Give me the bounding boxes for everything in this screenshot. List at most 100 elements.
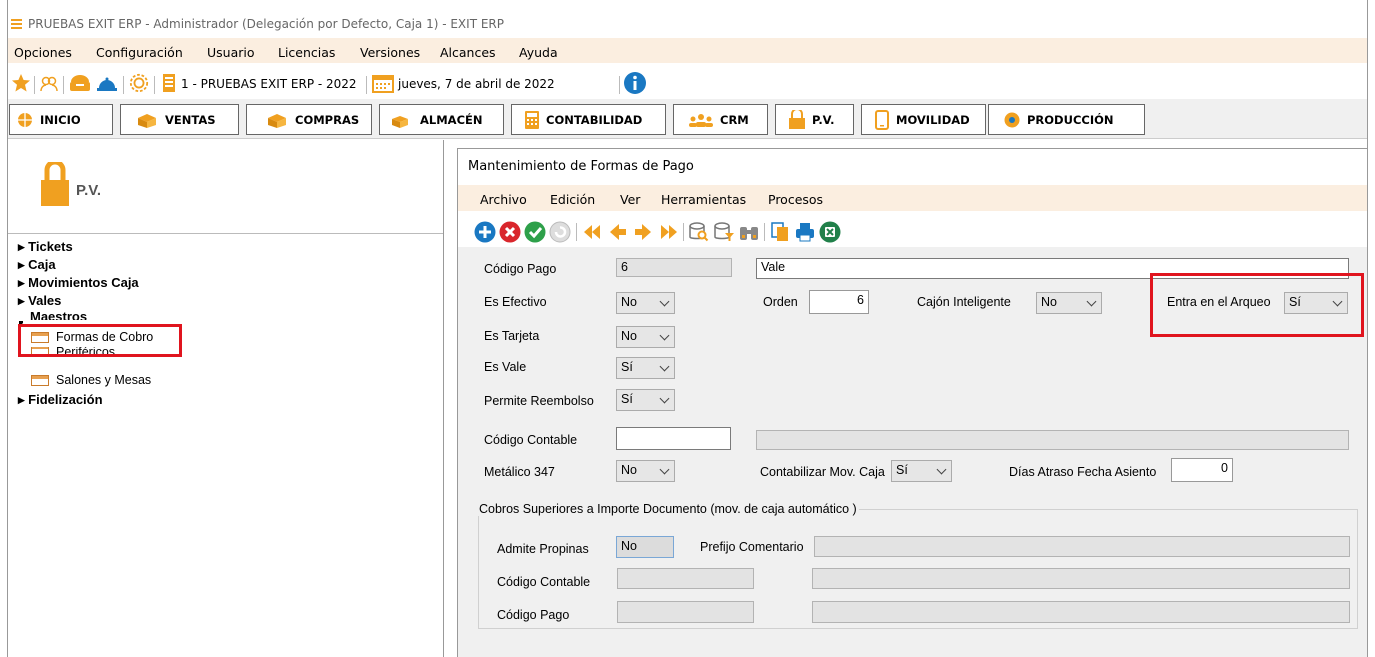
es-vale-label: Es Vale: [484, 360, 527, 374]
form-icon: [31, 374, 49, 386]
app-menu-icon[interactable]: [11, 19, 22, 30]
form-title-bar: Mantenimiento de Formas de Pago: [458, 149, 1367, 181]
save-check-icon[interactable]: [524, 221, 546, 243]
grupo-codigo-pago-label: Código Pago: [497, 608, 570, 622]
contabilizar-label: Contabilizar Mov. Caja: [760, 465, 885, 479]
grupo-codigo-contable-label: Código Contable: [497, 575, 591, 589]
metalico-347-select[interactable]: No: [616, 460, 675, 482]
permite-reembolso-select[interactable]: Sí: [616, 389, 675, 411]
calendar-icon[interactable]: [371, 73, 395, 93]
menu-versiones[interactable]: Versiones: [360, 45, 420, 60]
chevron-down-icon: [659, 361, 670, 372]
tab-produccion[interactable]: PRODUCCIÓN: [988, 104, 1145, 135]
codigo-pago-label: Código Pago: [484, 262, 557, 276]
menu-ver[interactable]: Ver: [620, 192, 640, 207]
undo-icon[interactable]: [549, 221, 571, 243]
admite-propinas-field[interactable]: No: [616, 536, 674, 558]
next-record-icon[interactable]: [632, 221, 654, 243]
cash-register-icon: [789, 109, 805, 129]
tree-item-salones-y-mesas[interactable]: Salones y Mesas: [31, 373, 151, 387]
tab-crm[interactable]: CRM: [673, 104, 768, 135]
star-icon[interactable]: [11, 73, 31, 93]
grupo-codigo-contable-desc-field: [812, 568, 1350, 589]
tree-item-tickets[interactable]: ▸ Tickets: [18, 239, 73, 255]
filter-database-icon[interactable]: [713, 221, 735, 243]
settings-gear-icon[interactable]: [128, 73, 150, 93]
chevron-down-icon: [659, 464, 670, 475]
excel-export-icon[interactable]: [819, 221, 841, 243]
module-title: P.V.: [76, 182, 102, 199]
dias-atraso-label: Días Atraso Fecha Asiento: [1009, 465, 1157, 479]
navigation-panel: P.V. ▸ Tickets ▸ Caja ▸ Movimientos Caja…: [8, 140, 444, 657]
grupo-codigo-pago-desc-field: [812, 601, 1350, 623]
window-title: PRUEBAS EXIT ERP - Administrador (Delega…: [28, 17, 504, 31]
menu-procesos[interactable]: Procesos: [768, 192, 823, 207]
users-icon[interactable]: [39, 73, 59, 93]
binoculars-icon[interactable]: [738, 221, 760, 243]
tree-item-movimientos-caja[interactable]: ▸ Movimientos Caja: [18, 275, 139, 291]
menu-configuracion[interactable]: Configuración: [96, 45, 183, 60]
print-icon[interactable]: [794, 221, 816, 243]
tab-movilidad[interactable]: MOVILIDAD: [861, 104, 986, 135]
calculator-icon: [525, 110, 539, 129]
box-icon: [138, 113, 156, 128]
first-record-icon[interactable]: [582, 221, 604, 243]
tab-contabilidad[interactable]: CONTABILIDAD: [511, 104, 666, 135]
form-toolbar: [458, 211, 1367, 245]
metalico-347-label: Metálico 347: [484, 465, 555, 479]
orden-label: Orden: [763, 295, 798, 309]
tab-ventas[interactable]: VENTAS: [120, 104, 239, 135]
last-record-icon[interactable]: [657, 221, 679, 243]
permite-reembolso-label: Permite Reembolso: [484, 394, 594, 408]
cajon-select[interactable]: No: [1036, 292, 1102, 314]
company-icon[interactable]: [159, 73, 179, 93]
main-menu-bar: Opciones Configuración Usuario Licencias…: [8, 38, 1367, 63]
add-icon[interactable]: [474, 221, 496, 243]
es-efectivo-label: Es Efectivo: [484, 295, 547, 309]
copy-document-icon[interactable]: [769, 221, 791, 243]
info-icon[interactable]: [623, 71, 647, 95]
menu-edicion[interactable]: Edición: [550, 192, 595, 207]
menu-ayuda[interactable]: Ayuda: [519, 45, 558, 60]
bell-service-icon[interactable]: [95, 73, 119, 93]
tree-item-caja[interactable]: ▸ Caja: [18, 257, 56, 273]
tab-label: COMPRAS: [295, 112, 360, 127]
menu-opciones[interactable]: Opciones: [14, 45, 72, 60]
delete-icon[interactable]: [499, 221, 521, 243]
es-tarjeta-label: Es Tarjeta: [484, 329, 540, 343]
es-vale-select[interactable]: Sí: [616, 357, 675, 379]
dias-atraso-field[interactable]: 0: [1171, 458, 1233, 482]
es-efectivo-select[interactable]: No: [616, 292, 675, 314]
grupo-codigo-pago-field: [617, 601, 754, 623]
menu-alcances[interactable]: Alcances: [440, 45, 496, 60]
date-label[interactable]: jueves, 7 de abril de 2022: [398, 77, 555, 91]
tree-item-fidelizacion[interactable]: ▸ Fidelización: [18, 392, 103, 408]
es-tarjeta-select[interactable]: No: [616, 326, 675, 348]
codigo-pago-field[interactable]: 6: [616, 258, 732, 277]
tree-item-vales[interactable]: ▸ Vales: [18, 293, 61, 309]
tab-almacen[interactable]: ALMACÉN: [379, 104, 504, 135]
menu-licencias[interactable]: Licencias: [278, 45, 335, 60]
tab-compras[interactable]: COMPRAS: [246, 104, 372, 135]
cajon-label: Cajón Inteligente: [917, 295, 1011, 309]
prev-record-icon[interactable]: [607, 221, 629, 243]
gear-icon: [1004, 112, 1020, 127]
tab-pv[interactable]: P.V.: [775, 104, 854, 135]
chevron-down-icon: [659, 393, 670, 404]
box-icon: [268, 113, 286, 128]
cash-register-icon[interactable]: [68, 73, 92, 93]
company-label[interactable]: 1 - PRUEBAS EXIT ERP - 2022: [181, 77, 357, 91]
tree-item-maestros[interactable]: Maestros: [30, 311, 87, 320]
codigo-contable-field[interactable]: [616, 427, 731, 450]
codigo-contable-label: Código Contable: [484, 433, 578, 447]
search-database-icon[interactable]: [688, 221, 710, 243]
menu-herramientas[interactable]: Herramientas: [661, 192, 746, 207]
contabilizar-select[interactable]: Sí: [891, 460, 952, 482]
grupo-codigo-contable-field: [617, 568, 754, 589]
orden-field[interactable]: 6: [809, 290, 869, 314]
tab-inicio[interactable]: INICIO: [9, 104, 113, 135]
menu-usuario[interactable]: Usuario: [207, 45, 255, 60]
tab-label: P.V.: [812, 112, 835, 127]
tab-label: PRODUCCIÓN: [1027, 112, 1114, 127]
menu-archivo[interactable]: Archivo: [480, 192, 527, 207]
